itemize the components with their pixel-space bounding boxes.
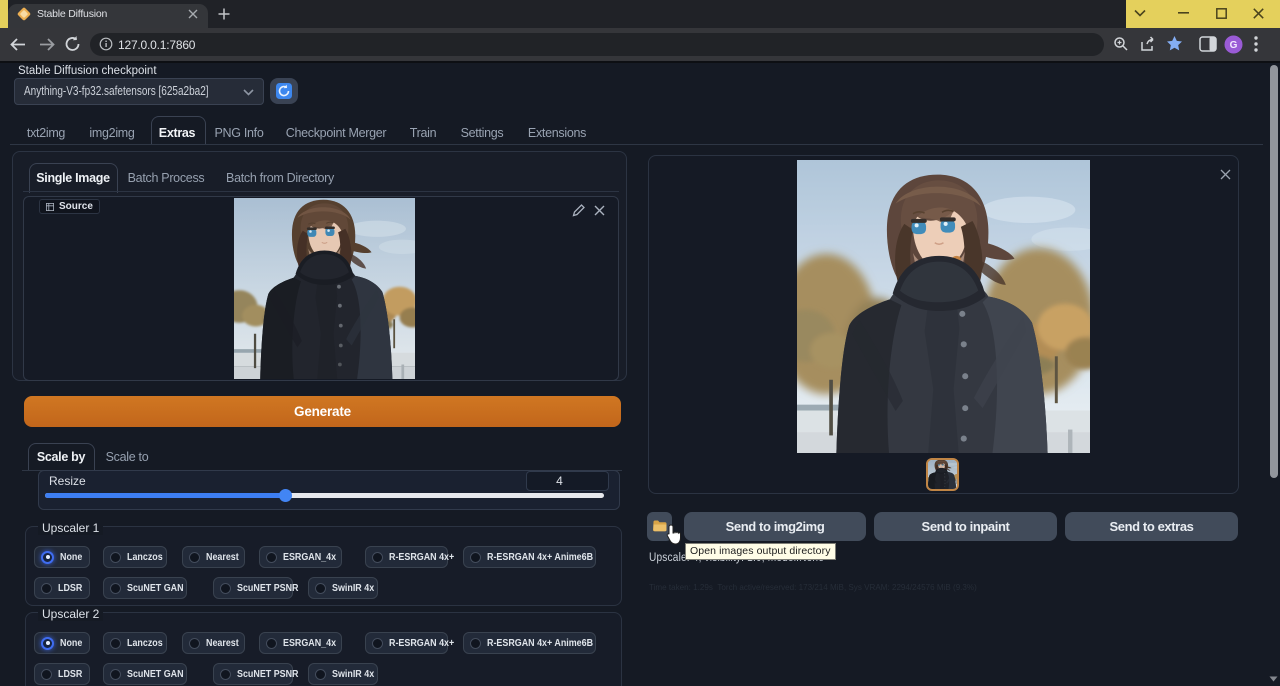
- svg-text:G: G: [1230, 40, 1238, 51]
